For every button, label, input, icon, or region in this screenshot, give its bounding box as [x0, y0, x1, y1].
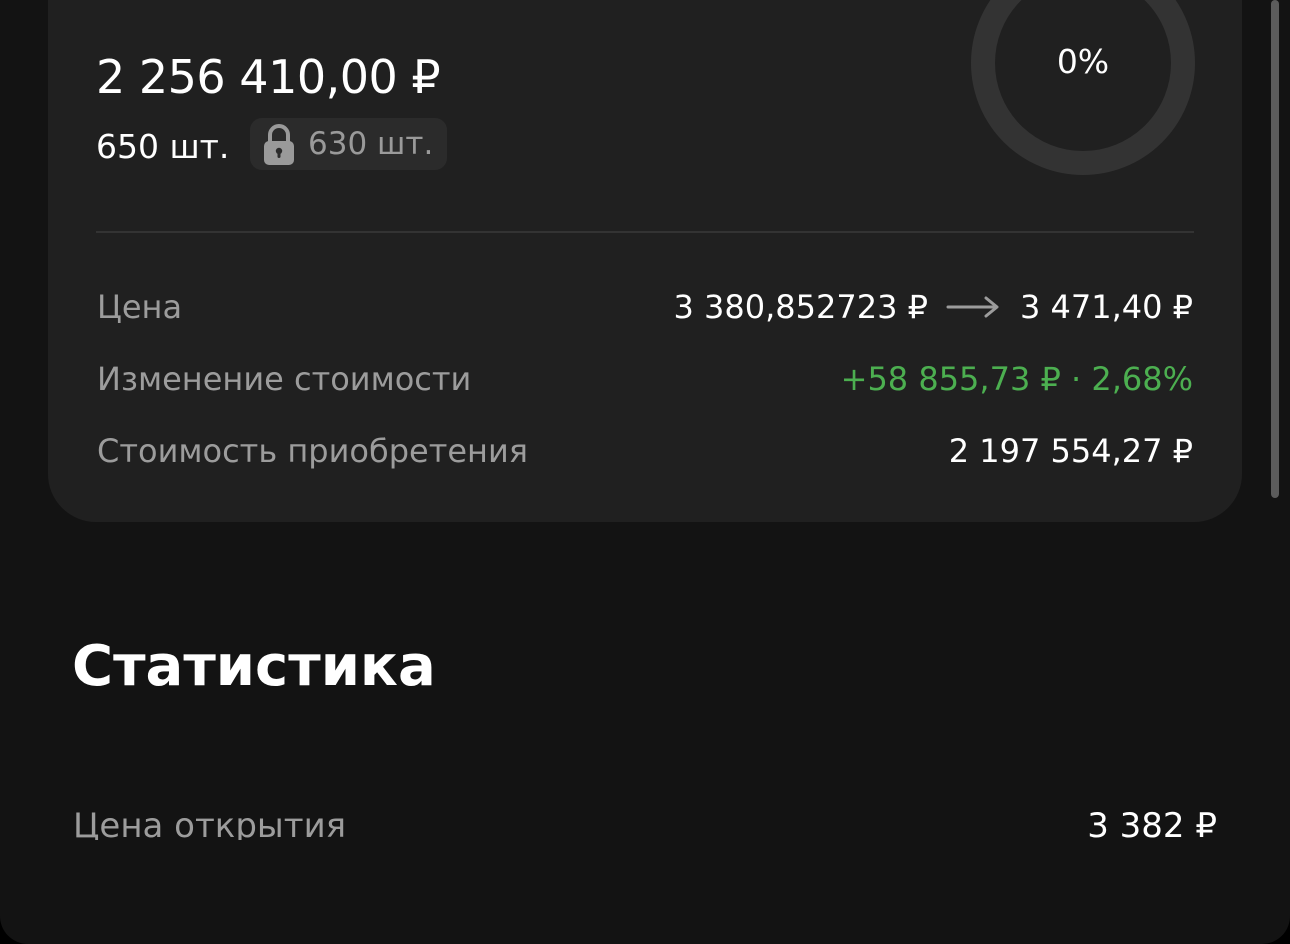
acquisition-cost-label: Стоимость приобретения [97, 432, 528, 470]
open-price-label: Цена открытия [73, 806, 347, 840]
open-price-value: 3 382 ₽ [1087, 806, 1217, 846]
lock-icon [264, 124, 294, 165]
scrollbar[interactable] [1271, 0, 1279, 498]
price-label: Цена [97, 288, 183, 326]
acquisition-cost-value: 2 197 554,27 ₽ [948, 432, 1193, 470]
total-value: 2 256 410,00 ₽ [96, 50, 441, 104]
progress-ring [971, 0, 1195, 175]
screen: 2 256 410,00 ₽ 650 шт. 630 шт. 0% Цена 3… [0, 0, 1290, 944]
quantity: 650 шт. [96, 127, 230, 166]
price-to: 3 471,40 ₽ [1019, 288, 1193, 326]
price-from: 3 380,852723 ₽ [673, 288, 928, 326]
value-change-label: Изменение стоимости [97, 360, 472, 398]
divider [96, 231, 1194, 233]
arrow-right-icon [946, 296, 999, 318]
value-change-value: +58 855,73 ₽ · 2,68% [840, 360, 1193, 398]
locked-quantity: 630 шт. [308, 126, 434, 162]
progress-label: 0% [1056, 42, 1110, 81]
locked-quantity-badge[interactable]: 630 шт. [250, 118, 448, 170]
price-value: 3 380,852723 ₽ 3 471,40 ₽ [674, 288, 1194, 326]
statistics-title: Статистика [72, 634, 436, 699]
